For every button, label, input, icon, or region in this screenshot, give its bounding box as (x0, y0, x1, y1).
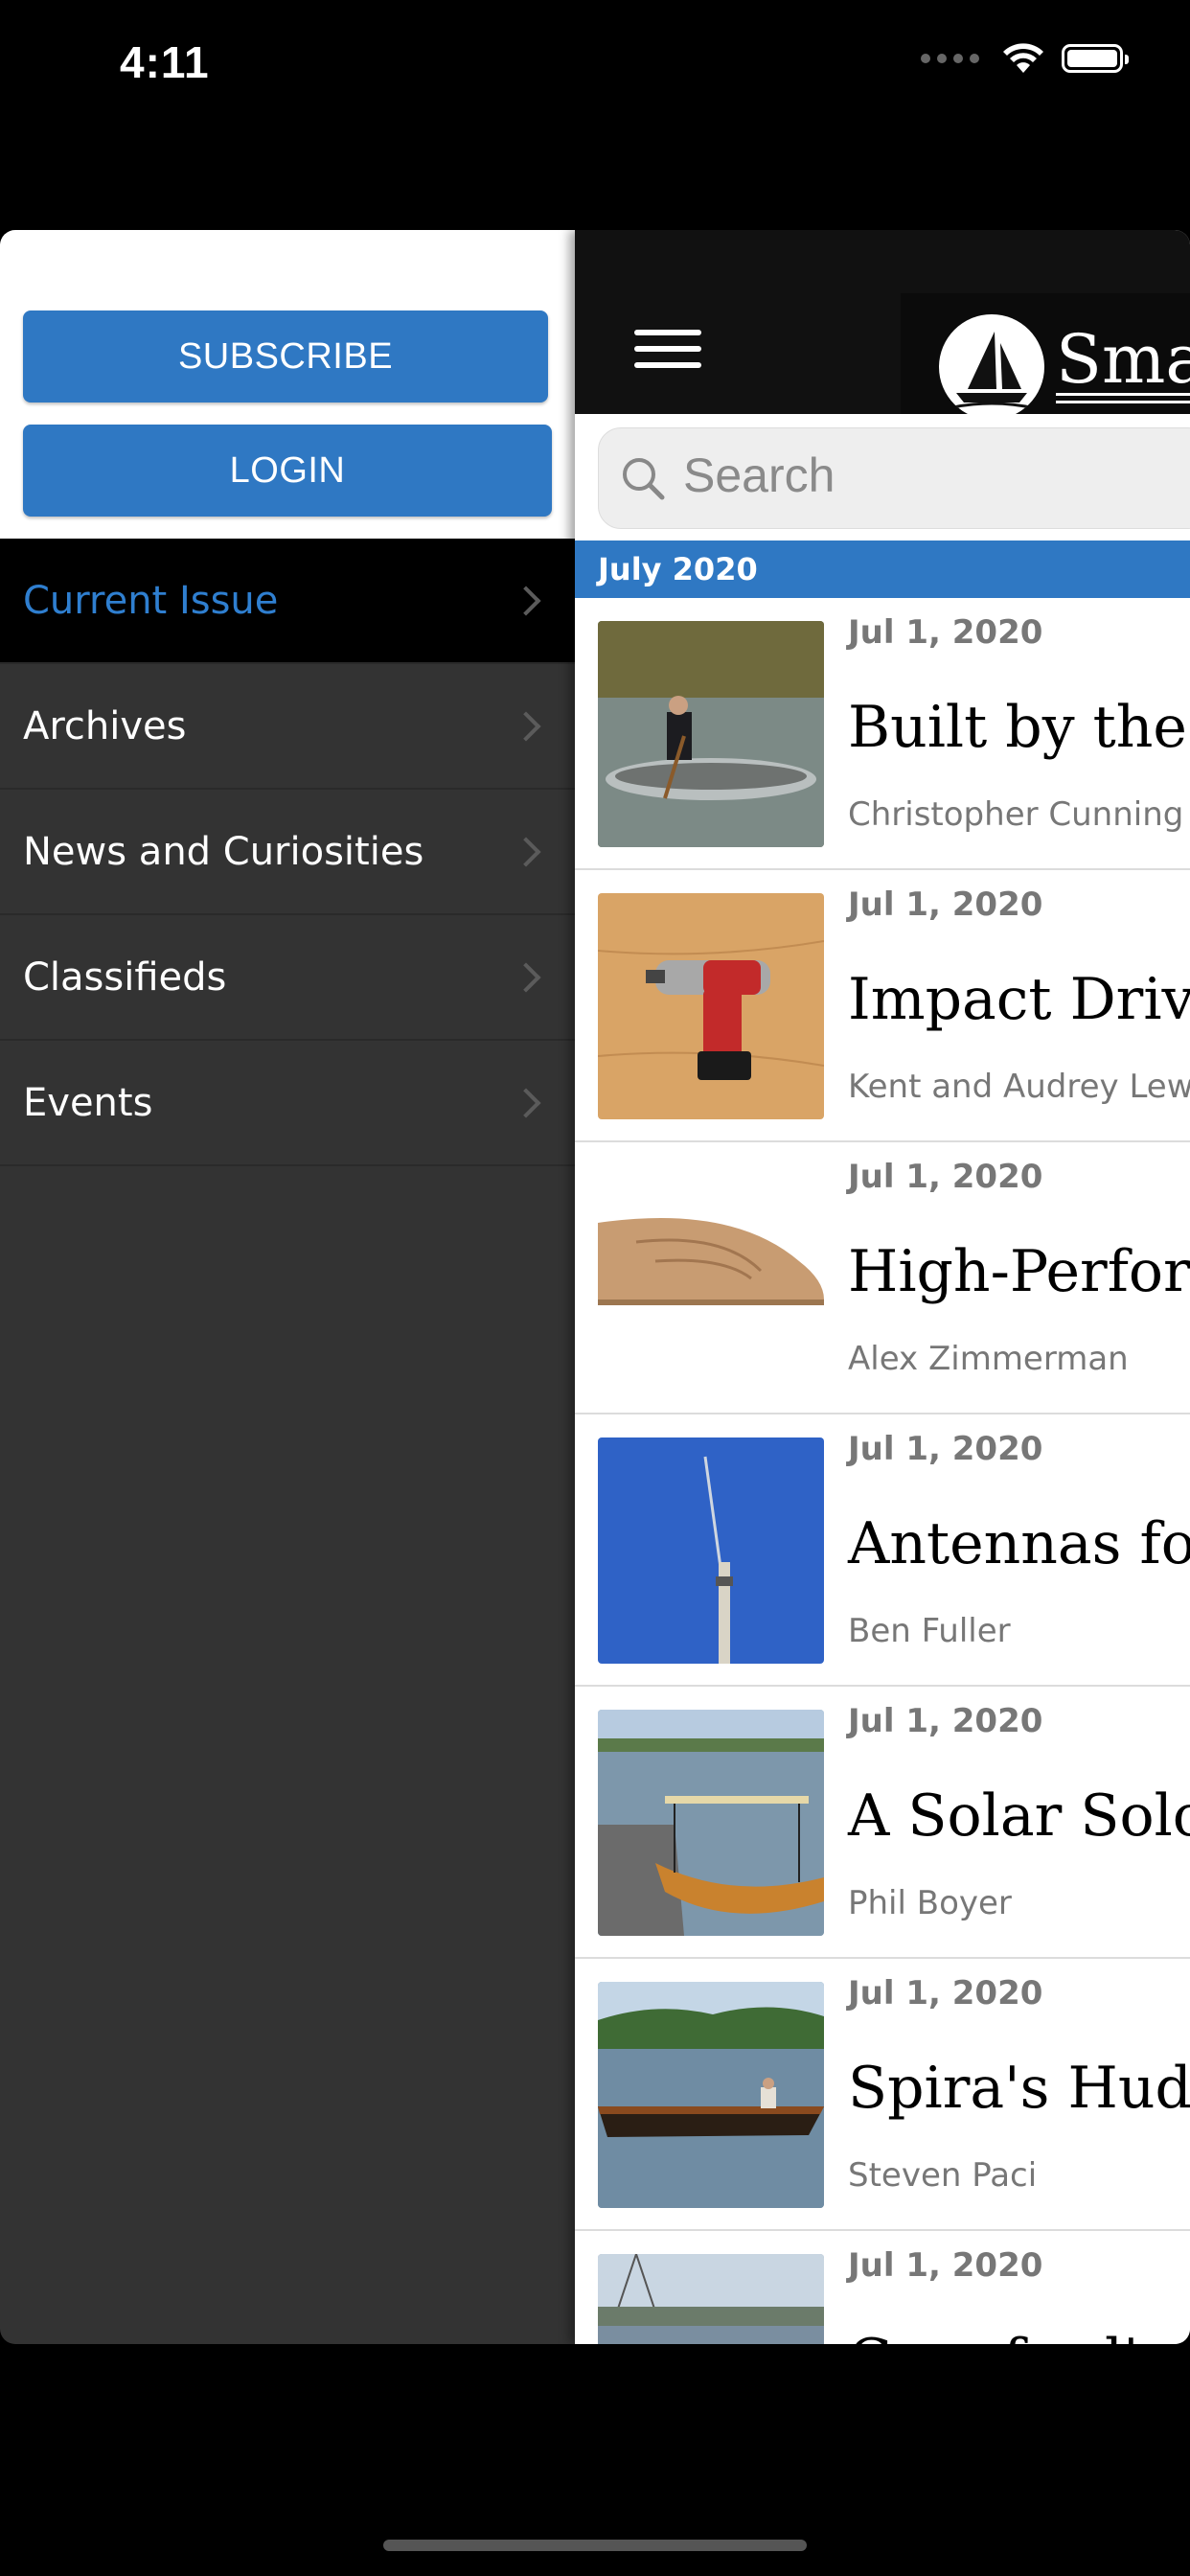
article-thumbnail (598, 1982, 824, 2208)
subscribe-button[interactable]: SUBSCRIBE (23, 310, 548, 402)
search-icon (623, 458, 665, 500)
article-thumbnail (598, 1438, 824, 1664)
main-panel: Small Search July 2020 (575, 230, 1190, 2344)
article-date: Jul 1, 2020 (848, 1702, 1043, 1740)
article-date: Jul 1, 2020 (848, 1430, 1043, 1468)
article-thumbnail (598, 1710, 824, 1936)
chevron-right-icon (511, 710, 541, 742)
menu-item-archives[interactable]: Archives (0, 664, 575, 790)
article-row[interactable]: Jul 1, 2020 High-Perform Alex Zimmerman (575, 1142, 1190, 1414)
article-author: Phil Boyer (848, 1884, 1012, 1922)
article-row[interactable]: Jul 1, 2020 Built by the Bo Christopher … (575, 598, 1190, 870)
article-thumbnail (598, 2254, 824, 2344)
article-date: Jul 1, 2020 (848, 886, 1043, 924)
chevron-right-icon (511, 836, 541, 867)
drawer-menu: Current Issue Archives News and Curiosit… (0, 539, 575, 1166)
logo-text: Small (1056, 320, 1190, 399)
menu-item-classifieds[interactable]: Classifieds (0, 915, 575, 1041)
menu-item-events[interactable]: Events (0, 1041, 575, 1166)
status-time: 4:11 (120, 37, 210, 87)
menu-item-label: Events (23, 1080, 153, 1125)
app-window: SUBSCRIBE LOGIN Current Issue Archives N… (0, 230, 1190, 2344)
article-thumbnail (598, 893, 824, 1119)
article-row[interactable]: Jul 1, 2020 Spira's Hudson Steven Paci (575, 1959, 1190, 2231)
menu-item-label: Current Issue (23, 578, 279, 623)
drawer-account-area: SUBSCRIBE LOGIN (0, 230, 575, 539)
status-bar: 4:11 (0, 0, 1190, 134)
menu-item-news-and-curiosities[interactable]: News and Curiosities (0, 790, 575, 915)
search-input[interactable]: Search (598, 427, 1190, 529)
article-title: Built by the Bo (848, 694, 1190, 761)
signal-icon (921, 54, 979, 63)
article-date: Jul 1, 2020 (848, 613, 1043, 652)
logo-rule (1056, 401, 1190, 403)
article-author: Kent and Audrey Lew (848, 1068, 1190, 1106)
article-row[interactable]: Jul 1, 2020 A Solar Solo Phil Boyer (575, 1687, 1190, 1959)
top-nav-bar: Small (575, 230, 1190, 420)
chevron-right-icon (511, 961, 541, 993)
article-row[interactable]: Jul 1, 2020 Antennas for V Ben Fuller (575, 1414, 1190, 1687)
article-thumbnail (598, 621, 824, 847)
article-author: Steven Paci (848, 2156, 1038, 2195)
article-title: High-Perform (848, 1238, 1190, 1305)
article-thumbnail (598, 1165, 824, 1392)
sailboat-logo-icon (939, 314, 1044, 420)
menu-item-label: News and Curiosities (23, 829, 424, 874)
article-author: Alex Zimmerman (848, 1340, 1129, 1378)
battery-icon (1062, 44, 1129, 73)
article-title: Spira's Hudson (848, 2055, 1190, 2122)
article-row[interactable]: Jul 1, 2020 Impact Driver Kent and Audre… (575, 870, 1190, 1142)
menu-item-current-issue[interactable]: Current Issue (0, 539, 575, 664)
home-indicator[interactable] (383, 2540, 807, 2551)
side-drawer: SUBSCRIBE LOGIN Current Issue Archives N… (0, 230, 575, 2344)
article-title: Antennas for V (848, 1510, 1190, 1577)
search-bar-area: Search (575, 414, 1190, 540)
logo-rule (1056, 393, 1190, 396)
logo: Small (901, 293, 1190, 420)
article-date: Jul 1, 2020 (848, 1974, 1043, 2012)
article-author: Christopher Cunning (848, 795, 1184, 834)
chevron-right-icon (511, 585, 541, 616)
chevron-right-icon (511, 1087, 541, 1118)
menu-item-label: Archives (23, 703, 187, 748)
article-title: Impact Driver (848, 966, 1190, 1033)
search-placeholder: Search (683, 448, 835, 502)
article-title: Crawford's Ca (848, 2327, 1190, 2344)
article-author: Ben Fuller (848, 1612, 1011, 1650)
article-date: Jul 1, 2020 (848, 1158, 1043, 1196)
menu-item-label: Classifieds (23, 954, 227, 1000)
login-button[interactable]: LOGIN (23, 425, 552, 517)
hamburger-menu-icon[interactable] (634, 330, 701, 372)
article-title: A Solar Solo (848, 1782, 1190, 1850)
section-header: July 2020 (575, 540, 1190, 598)
wifi-icon (1003, 43, 1043, 73)
status-icons (921, 42, 1129, 75)
article-date: Jul 1, 2020 (848, 2246, 1043, 2285)
article-row[interactable]: Jul 1, 2020 Crawford's Ca (575, 2231, 1190, 2344)
